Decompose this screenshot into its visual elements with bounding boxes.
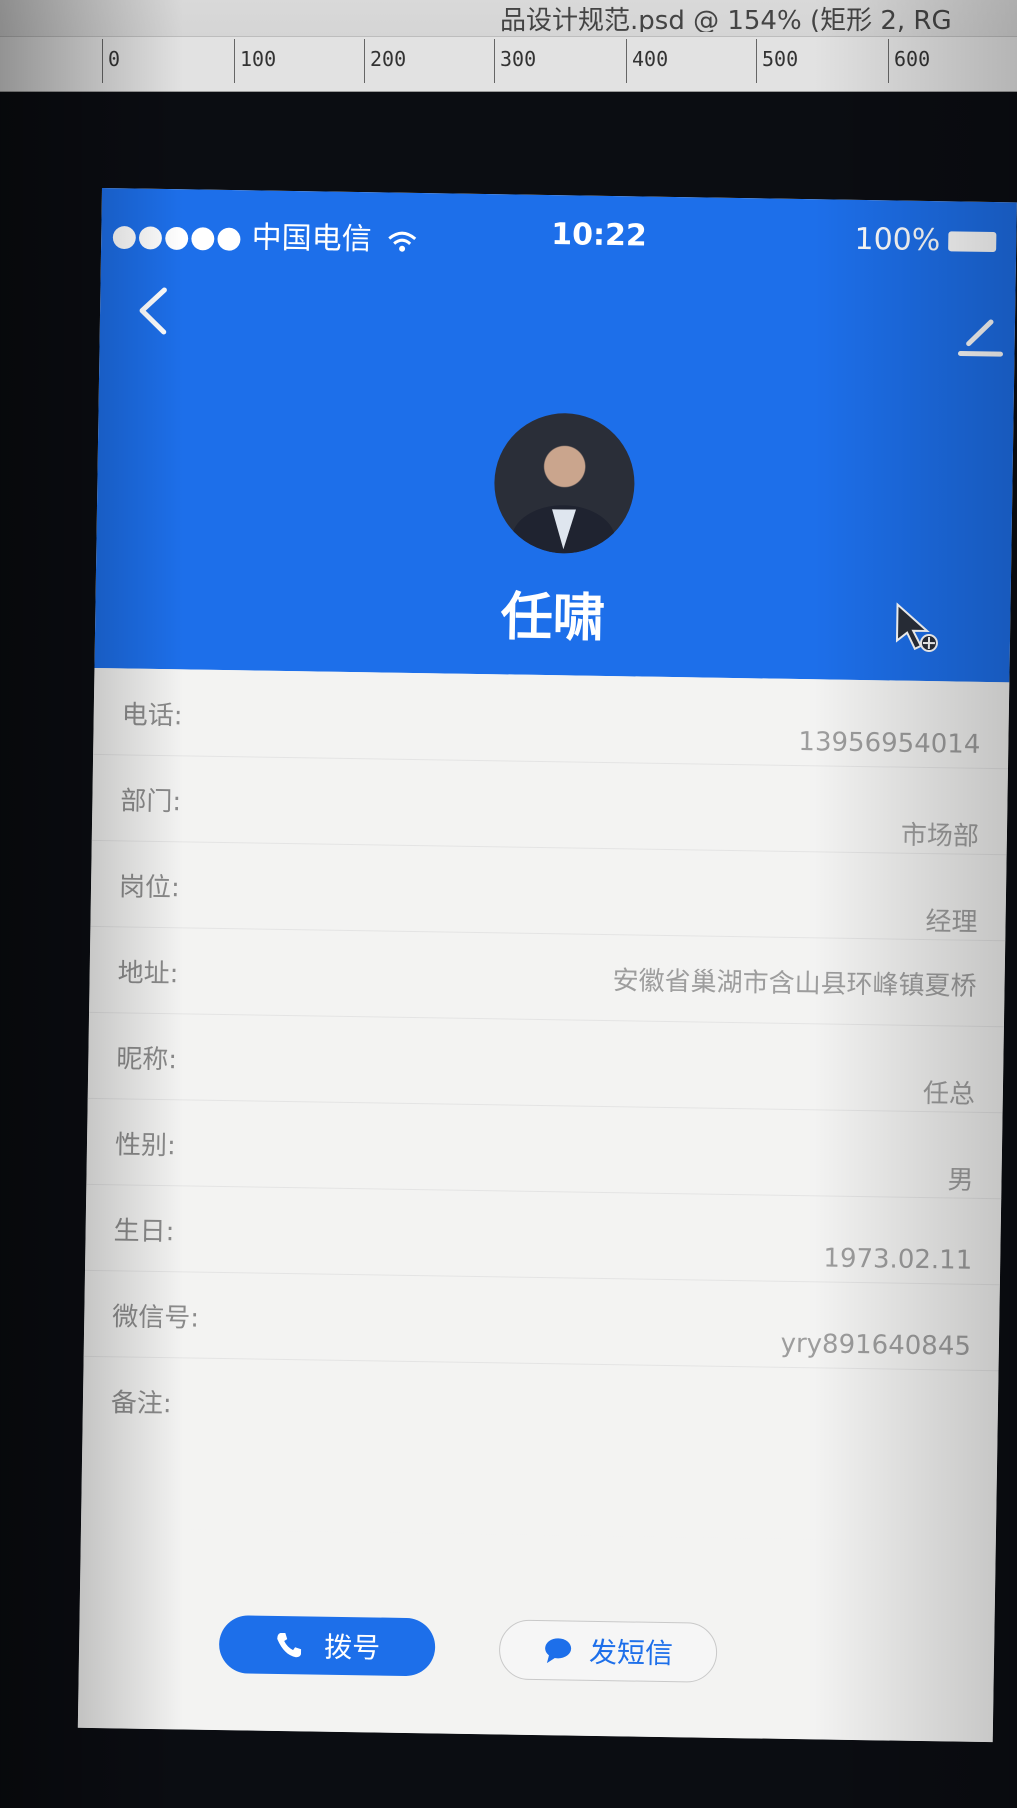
- field-value: yry891640845: [780, 1328, 972, 1362]
- document-title: 品设计规范.psd @ 154% (矩形 2, RG: [0, 0, 1017, 32]
- field-label: 备注:: [110, 1388, 172, 1420]
- profile-header: ●●●●● 中国电信 10:22 100% 任啸: [94, 188, 1017, 683]
- status-bar: ●●●●● 中国电信 10:22 100%: [111, 210, 1007, 264]
- ruler-tick: 300: [493, 39, 537, 83]
- field-label: 微信号:: [112, 1302, 200, 1334]
- info-row-position[interactable]: 岗位: 经理: [90, 839, 1007, 942]
- carrier-label: ●●●●● 中国电信: [111, 210, 418, 259]
- call-label: 拨号: [323, 1630, 381, 1665]
- ruler-tick: 200: [363, 39, 407, 83]
- clock: 10:22: [551, 217, 648, 254]
- field-label: 部门:: [120, 786, 182, 818]
- carrier-text: ●●●●● 中国电信: [110, 218, 372, 258]
- action-bar: 拨号 发短信: [77, 1527, 996, 1743]
- ruler-tick: 0: [101, 39, 121, 83]
- info-row-phone[interactable]: 电话: 13956954014: [93, 667, 1010, 770]
- sms-button[interactable]: 发短信: [498, 1619, 718, 1683]
- contact-info-list: 电话: 13956954014 部门: 市场部 岗位: 经理 地址: 安徽省巢湖…: [80, 667, 1010, 1543]
- info-row-notes[interactable]: 备注:: [82, 1356, 998, 1456]
- field-value: 13956954014: [798, 727, 981, 760]
- phone-screen: ●●●●● 中国电信 10:22 100% 任啸 电话: 13956954014…: [77, 188, 1017, 1743]
- horizontal-ruler[interactable]: 0 100 200 300 400 500 600: [0, 36, 1017, 92]
- ruler-tick: 600: [887, 39, 931, 83]
- back-button[interactable]: [128, 280, 179, 341]
- wifi-icon: [388, 231, 417, 252]
- battery-icon: [948, 230, 997, 252]
- info-row-department[interactable]: 部门: 市场部: [91, 753, 1008, 856]
- info-row-wechat[interactable]: 微信号: yry891640845: [83, 1269, 1000, 1372]
- move-cursor-icon: [895, 602, 938, 653]
- info-row-birthday[interactable]: 生日: 1973.02.11: [84, 1183, 1002, 1286]
- sms-label: 发短信: [588, 1635, 674, 1671]
- field-label: 电话:: [121, 700, 183, 732]
- info-row-nickname[interactable]: 昵称: 任总: [87, 1011, 1004, 1114]
- call-button[interactable]: 拨号: [218, 1615, 436, 1677]
- profile-name: 任啸: [500, 587, 606, 649]
- photoshop-top-bar: 品设计规范.psd @ 154% (矩形 2, RG 0 100 200 300…: [0, 0, 1017, 92]
- edit-button[interactable]: [950, 309, 1005, 364]
- field-label: 生日:: [113, 1216, 175, 1248]
- field-value: 市场部: [900, 820, 980, 852]
- message-icon: [545, 1638, 572, 1664]
- document-title-text: 品设计规范.psd @ 154% (矩形 2, RG: [500, 6, 952, 32]
- field-label: 昵称:: [116, 1044, 178, 1076]
- field-value: 1973.02.11: [823, 1243, 973, 1276]
- edit-pencil-icon: [958, 319, 1004, 357]
- avatar[interactable]: [493, 412, 636, 555]
- ruler-tick: 400: [625, 39, 669, 83]
- field-value: 任总: [922, 1079, 976, 1110]
- phone-icon: [277, 1632, 302, 1658]
- field-label: 性别:: [114, 1130, 176, 1162]
- field-value: 经理: [925, 907, 978, 938]
- battery-percent: 100%: [854, 221, 941, 259]
- field-label: 岗位:: [118, 872, 181, 904]
- field-value: 男: [947, 1165, 974, 1196]
- field-value: 安徽省巢湖市含山县环峰镇夏桥: [612, 966, 977, 1002]
- battery-indicator: 100%: [854, 221, 997, 259]
- info-row-address[interactable]: 地址: 安徽省巢湖市含山县环峰镇夏桥: [89, 925, 1006, 1028]
- field-label: 地址:: [117, 958, 179, 990]
- ruler-tick: 100: [233, 39, 277, 83]
- ruler-tick: 500: [755, 39, 799, 83]
- back-arrow-icon: [139, 287, 167, 335]
- info-row-gender[interactable]: 性别: 男: [86, 1097, 1003, 1200]
